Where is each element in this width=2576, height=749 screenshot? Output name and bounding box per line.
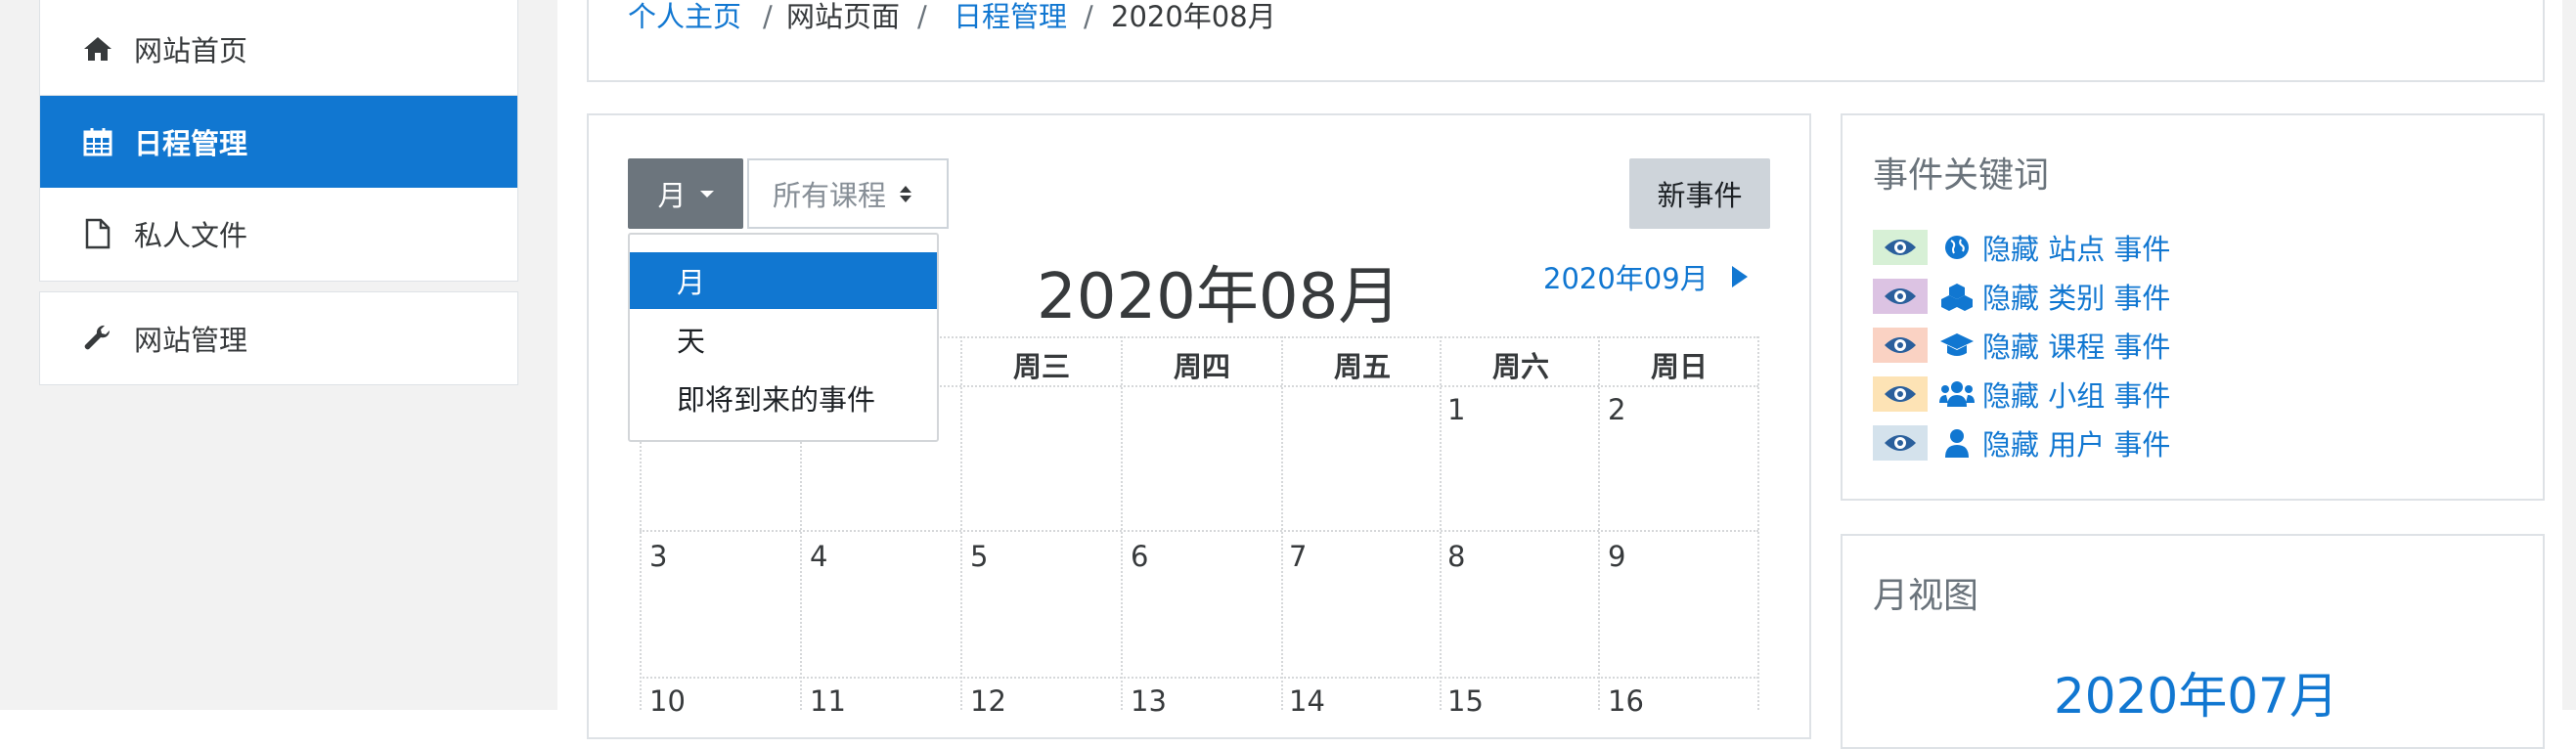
day-cell[interactable]: 5 <box>970 540 988 573</box>
menu-item-upcoming[interactable]: 即将到来的事件 <box>630 370 937 426</box>
menu-item-day[interactable]: 天 <box>630 311 937 368</box>
event-key-label: 隐藏 用户 事件 <box>1982 428 2171 462</box>
sort-arrows-icon <box>900 185 912 202</box>
wrench-icon <box>79 320 116 357</box>
weekday-header: 周四 <box>1173 350 1230 383</box>
breadcrumb-current: 2020年08月 <box>1111 0 1276 33</box>
sidebar-item-label: 网站首页 <box>134 34 248 67</box>
day-cell[interactable]: 4 <box>810 540 827 573</box>
day-cell[interactable]: 1 <box>1447 393 1465 426</box>
caret-right-icon <box>1731 266 1748 287</box>
day-cell[interactable]: 7 <box>1289 540 1307 573</box>
page-edge <box>2562 0 2576 710</box>
weekday-header: 周三 <box>1012 350 1070 383</box>
sidebar-nav: 网站首页 日程管理 私人文件 <box>39 0 518 282</box>
course-select-value: 所有课程 <box>773 179 887 212</box>
eye-icon <box>1873 376 1928 412</box>
eye-icon <box>1873 230 1928 265</box>
day-cell[interactable]: 15 <box>1447 684 1484 718</box>
breadcrumb-separator: / <box>917 0 927 33</box>
sidebar-item-home[interactable]: 网站首页 <box>40 3 517 95</box>
event-key-label: 隐藏 类别 事件 <box>1982 282 2171 315</box>
weekday-header: 周日 <box>1650 350 1708 383</box>
day-cell[interactable]: 14 <box>1289 684 1325 718</box>
event-key-label: 隐藏 课程 事件 <box>1982 330 2171 364</box>
breadcrumb-separator: / <box>763 0 773 33</box>
day-cell[interactable]: 12 <box>970 684 1006 718</box>
event-key-category[interactable]: 隐藏 类别 事件 <box>1873 278 2170 315</box>
file-icon <box>79 215 116 252</box>
sidebar-item-label: 私人文件 <box>134 219 248 252</box>
day-cell[interactable]: 10 <box>649 684 686 718</box>
day-cell[interactable]: 6 <box>1131 540 1148 573</box>
calendar-month-title: 2020年08月 <box>1037 261 1401 333</box>
day-cell[interactable]: 16 <box>1608 684 1644 718</box>
home-icon <box>79 30 116 67</box>
sidebar-item-label: 日程管理 <box>134 127 248 160</box>
breadcrumb-calendar-link[interactable]: 日程管理 <box>954 0 1067 33</box>
weekday-header: 周五 <box>1333 350 1391 383</box>
event-key-label: 隐藏 站点 事件 <box>1982 233 2171 266</box>
event-key-label: 隐藏 小组 事件 <box>1982 379 2171 413</box>
user-icon <box>1939 425 1975 461</box>
course-select[interactable]: 所有课程 <box>747 158 949 229</box>
day-cell[interactable]: 8 <box>1447 540 1465 573</box>
event-keys-title: 事件关键词 <box>1873 155 2050 196</box>
users-icon <box>1939 376 1975 412</box>
graduation-cap-icon <box>1939 328 1975 363</box>
new-event-button[interactable]: 新事件 <box>1629 158 1770 229</box>
breadcrumb-home-link[interactable]: 个人主页 <box>628 0 741 33</box>
sidebar-item-site-admin[interactable]: 网站管理 <box>40 292 517 384</box>
eye-icon <box>1873 328 1928 363</box>
cubes-icon <box>1939 279 1975 314</box>
next-month-link[interactable]: 2020年09月 <box>1543 256 1748 297</box>
sidebar-admin: 网站管理 <box>39 291 518 385</box>
event-key-group[interactable]: 隐藏 小组 事件 <box>1873 375 2170 413</box>
eye-icon <box>1873 425 1928 461</box>
eye-icon <box>1873 279 1928 314</box>
caret-down-icon <box>699 190 714 198</box>
event-key-course[interactable]: 隐藏 课程 事件 <box>1873 327 2170 364</box>
view-select-button[interactable]: 月 <box>628 158 743 229</box>
day-cell[interactable]: 11 <box>810 684 846 718</box>
next-month-label: 2020年09月 <box>1543 262 1709 295</box>
sidebar-item-private-files[interactable]: 私人文件 <box>40 188 517 280</box>
breadcrumb-separator: / <box>1084 0 1093 33</box>
breadcrumb-site-pages: 网站页面 <box>786 0 901 33</box>
day-cell[interactable]: 2 <box>1608 393 1625 426</box>
weekday-header: 周六 <box>1491 350 1549 383</box>
event-key-user[interactable]: 隐藏 用户 事件 <box>1873 424 2170 462</box>
view-dropdown-menu: 月 天 即将到来的事件 <box>628 233 939 442</box>
mini-calendar-title: 月视图 <box>1873 576 1979 616</box>
sidebar-item-label: 网站管理 <box>134 324 248 357</box>
event-key-site[interactable]: 隐藏 站点 事件 <box>1873 229 2170 266</box>
view-select-label: 月 <box>657 179 687 212</box>
globe-icon <box>1939 230 1975 265</box>
sidebar-item-calendar[interactable]: 日程管理 <box>40 96 517 188</box>
menu-item-month[interactable]: 月 <box>630 252 937 309</box>
day-cell[interactable]: 13 <box>1131 684 1167 718</box>
day-cell[interactable]: 9 <box>1608 540 1625 573</box>
day-cell[interactable]: 3 <box>649 540 667 573</box>
calendar-icon <box>79 123 116 160</box>
mini-calendar-month-link[interactable]: 2020年07月 <box>2054 657 2338 727</box>
